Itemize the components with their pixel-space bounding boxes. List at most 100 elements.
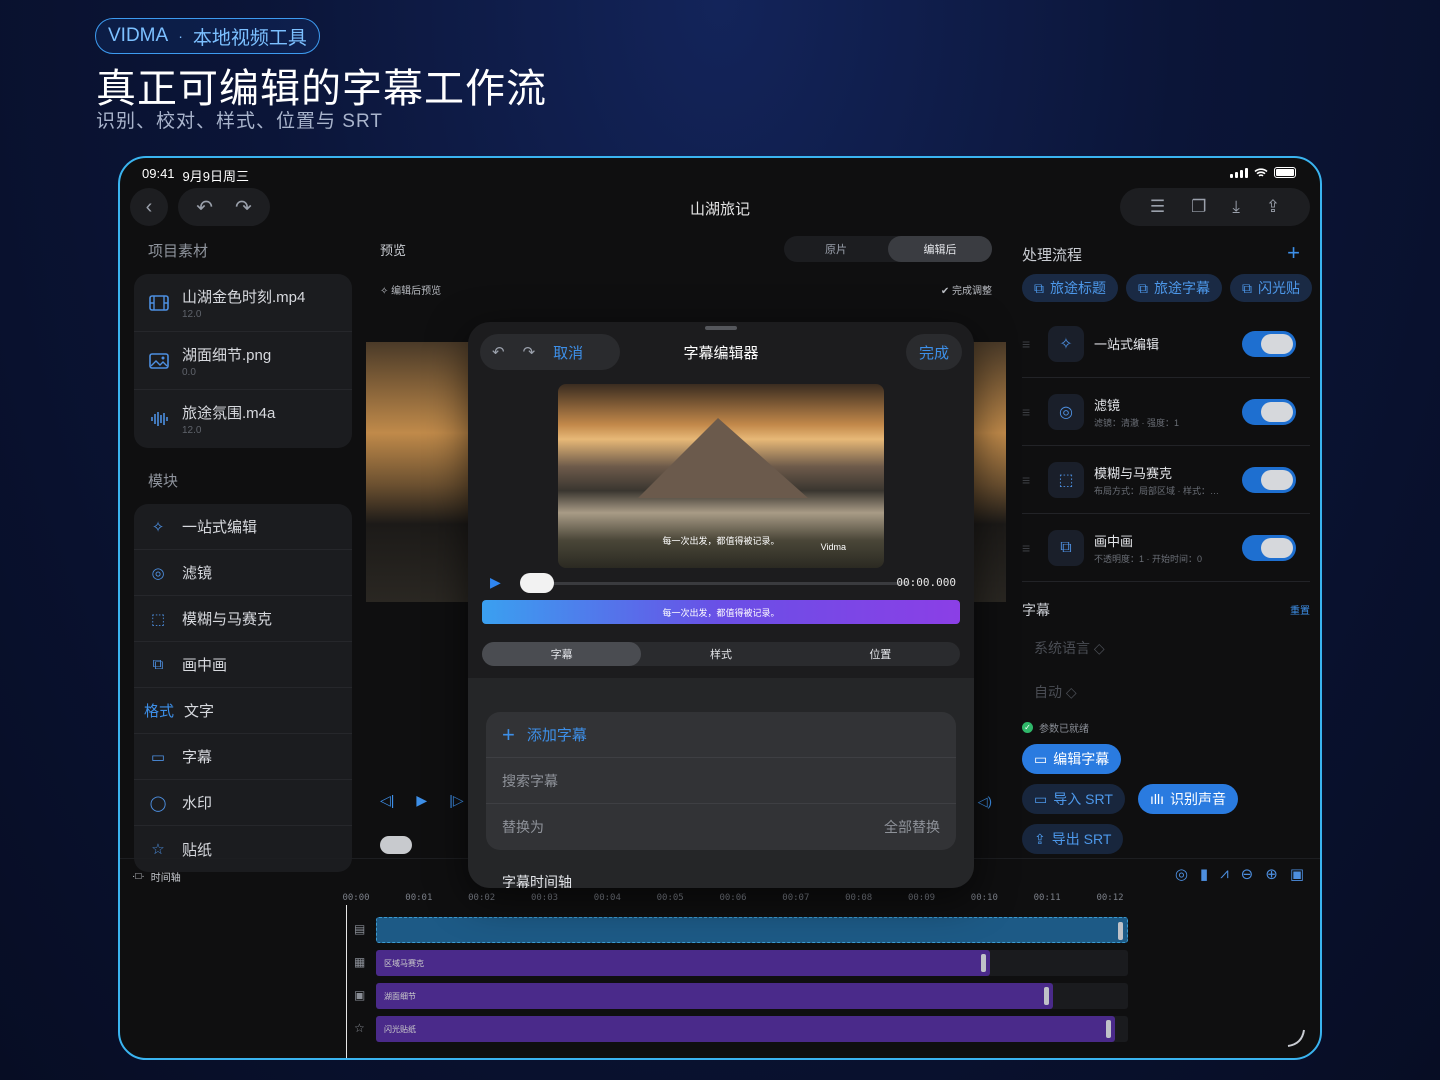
add-flow-button[interactable]: +	[1287, 240, 1300, 266]
timeline-clip[interactable]: 湖面细节	[376, 983, 1053, 1009]
auto-select[interactable]: 自动 ◇	[1034, 682, 1077, 702]
tab-style[interactable]: 样式	[641, 642, 800, 666]
clip-trim-handle[interactable]	[1118, 922, 1123, 940]
timeline-clip[interactable]: 区域马赛克	[376, 950, 991, 976]
preview-done[interactable]: ✔ 完成调整	[941, 282, 992, 297]
waveform-icon: ıllı	[1150, 791, 1164, 807]
flow-row[interactable]: ≡ ⧉ 画中画 不透明度：1 · 开始时间：0	[1022, 514, 1310, 582]
edit-subtitle-button[interactable]: ▭ 编辑字幕	[1022, 744, 1122, 774]
language-select[interactable]: 系统语言 ◇	[1034, 638, 1105, 658]
flow-desc: 布局方式：局部区域 · 样式：…	[1094, 485, 1219, 496]
seg-edited[interactable]: 编辑后	[888, 236, 992, 262]
flow-name: 滤镜	[1094, 397, 1121, 413]
status-bar: 09:41 9月9日周三	[142, 166, 249, 185]
recognize-audio-button[interactable]: ıllı 识别声音	[1138, 784, 1238, 814]
flow-toggle[interactable]	[1242, 534, 1296, 561]
module-item[interactable]: ⧉ 画中画	[134, 642, 352, 688]
split-icon[interactable]: ⩘	[1220, 865, 1228, 883]
module-item[interactable]: ◯ 水印	[134, 780, 352, 826]
preview-transport: ◁| ▶ |▷	[380, 792, 464, 809]
drag-handle-icon[interactable]: ≡	[1022, 472, 1038, 488]
flow-row[interactable]: ≡ ⬚ 模糊与马赛克 布局方式：局部区域 · 样式：…	[1022, 446, 1310, 514]
timeline-tick: 00:05	[656, 893, 684, 903]
tab-subtitle[interactable]: 字幕	[482, 642, 642, 666]
asset-item[interactable]: 旅途氛围.m4a 12.0	[134, 390, 352, 448]
clip-trim-handle[interactable]	[1043, 987, 1049, 1005]
replace-input[interactable]: 替换为	[502, 817, 544, 837]
sliders-icon[interactable]: ☰	[1150, 197, 1165, 217]
share-icon[interactable]: ⇪	[1266, 197, 1280, 217]
resize-corner-icon[interactable]	[1284, 1026, 1308, 1050]
done-button[interactable]: 完成	[906, 334, 962, 370]
check-circle-icon[interactable]: ◎	[1175, 865, 1188, 883]
step-back-icon[interactable]: ◁|	[380, 792, 394, 809]
fit-icon[interactable]: ▣	[1290, 865, 1304, 883]
flow-row[interactable]: ≡ ◎ 滤镜 滤镜：清澈 · 强度：1	[1022, 378, 1310, 446]
flow-toggle[interactable]	[1242, 466, 1296, 493]
clip-trim-handle[interactable]	[981, 954, 987, 972]
tab-position[interactable]: 位置	[801, 642, 960, 666]
status-time: 09:41	[142, 166, 175, 181]
zoom-out-icon[interactable]: ⊖	[1241, 865, 1254, 883]
flow-toggle[interactable]	[1242, 330, 1296, 357]
search-subtitle-input[interactable]: 搜索字幕	[486, 758, 956, 804]
subtitle-header: 字幕	[1022, 602, 1050, 618]
module-item[interactable]: 格式 文字	[134, 688, 352, 734]
asset-name: 湖面细节.png	[182, 346, 272, 364]
flow-toggle[interactable]	[1242, 398, 1296, 425]
chip-item[interactable]: ⧉ 闪光贴	[1230, 274, 1312, 302]
timeline-clip[interactable]: 闪光贴纸	[376, 1016, 1116, 1042]
play-icon[interactable]: ▶	[416, 792, 427, 809]
module-item[interactable]: ✧ 一站式编辑	[134, 504, 352, 550]
subtitle-editor-sheet: ↶ ↷ 取消 字幕编辑器 完成 每一次出发，都值得被记录。 Vidma ▶ 00:…	[468, 322, 974, 888]
timeline-clip[interactable]	[376, 917, 1128, 943]
module-item[interactable]: ⬚ 模糊与马赛克	[134, 596, 352, 642]
scrub-track[interactable]	[550, 582, 910, 585]
preview-done-label: 完成调整	[952, 286, 992, 297]
timeline-tick: 00:09	[907, 893, 936, 903]
step-forward-icon[interactable]: |▷	[449, 792, 463, 809]
bookmark-icon[interactable]: ▮	[1200, 865, 1208, 883]
timeline-header: ·□· 时间轴	[132, 869, 181, 884]
flow-name: 一站式编辑	[1094, 337, 1160, 352]
hero-subtitle: 识别、校对、样式、位置与 SRT	[96, 111, 383, 132]
clip-trim-handle[interactable]	[1106, 1020, 1112, 1038]
seg-original[interactable]: 原片	[784, 236, 888, 262]
asset-item[interactable]: 山湖金色时刻.mp4 12.0	[134, 274, 352, 332]
zoom-in-icon[interactable]: ⊕	[1265, 865, 1278, 883]
reset-button[interactable]: 重置	[1290, 602, 1310, 617]
volume-icon[interactable]: ◁)	[978, 794, 992, 810]
chat-icon: ▭	[1034, 790, 1048, 807]
module-label: 滤镜	[182, 565, 213, 582]
drag-handle-icon[interactable]: ≡	[1022, 404, 1038, 420]
modules-list: ✧ 一站式编辑 ◎ 滤镜 ⬚ 模糊与马赛克 ⧉ 画中画 格式 文字 ▭ 字幕 ◯ 水印 ☆ 贴纸	[134, 504, 352, 872]
asset-item[interactable]: 湖面细节.png 0.0	[134, 332, 352, 390]
preview-scrubber[interactable]	[380, 836, 412, 854]
scrub-knob[interactable]	[520, 573, 554, 593]
playhead[interactable]	[346, 905, 347, 1058]
timeline-tick: 00:08	[845, 893, 873, 903]
export-srt-button[interactable]: ⇪ 导出 SRT	[1022, 824, 1124, 854]
sticker-track-icon: ☆	[354, 1021, 365, 1035]
subtitle-cue-bar[interactable]: 每一次出发，都值得被记录。	[482, 600, 960, 624]
chip-item[interactable]: ⧉ 旅途标题	[1022, 274, 1118, 302]
module-item[interactable]: ◎ 滤镜	[134, 550, 352, 596]
subtitle-actions-card: + 添加字幕 搜索字幕 替换为 全部替换	[486, 712, 956, 850]
add-subtitle-button[interactable]: + 添加字幕	[486, 712, 956, 758]
drag-handle-icon[interactable]: ≡	[1022, 336, 1038, 352]
download-icon[interactable]: ⤓	[1232, 197, 1240, 217]
flow-row[interactable]: ≡ ✧ 一站式编辑	[1022, 310, 1310, 378]
replace-all-button[interactable]: 全部替换	[884, 817, 940, 837]
drag-handle-icon[interactable]: ≡	[1022, 540, 1038, 556]
import-srt-button[interactable]: ▭ 导入 SRT	[1022, 784, 1125, 814]
timeline-ruler: 00:00 00:01 00:02 00:03 00:04 00:05 00:06 00:07…	[342, 893, 1134, 913]
drop-icon: ◯	[149, 794, 167, 812]
layers-icon[interactable]: ❐	[1191, 197, 1206, 217]
sheet-grabber[interactable]	[705, 326, 737, 330]
module-item[interactable]: ▭ 字幕	[134, 734, 352, 780]
flow-chips: ⧉ 旅途标题 ⧉ 旅途字幕 ⧉ 闪光贴	[1022, 274, 1312, 302]
signal-icon	[1230, 167, 1248, 178]
preview-image-right	[972, 342, 1006, 602]
play-icon[interactable]: ▶	[490, 574, 501, 591]
chip-item[interactable]: ⧉ 旅途字幕	[1126, 274, 1222, 302]
